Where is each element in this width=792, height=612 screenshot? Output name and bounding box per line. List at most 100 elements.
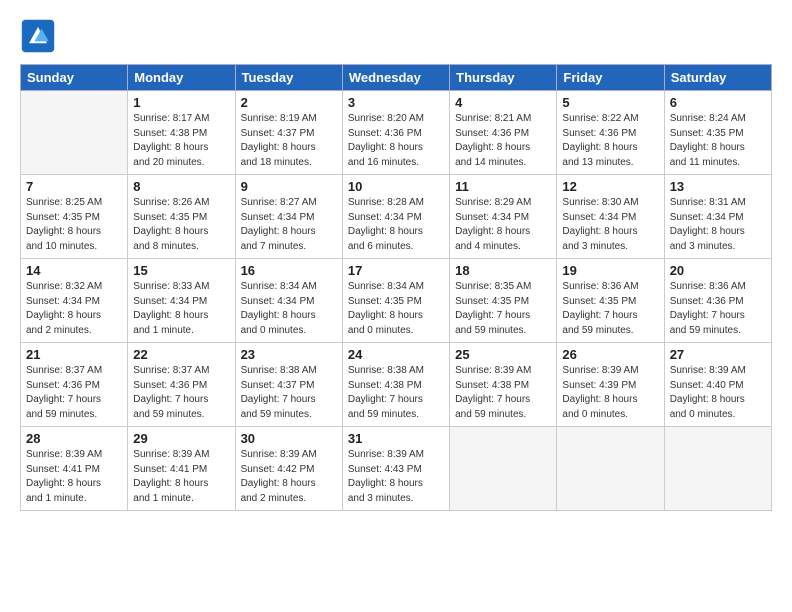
cell-text: Sunrise: 8:38 AM Sunset: 4:37 PM Dayligh… bbox=[241, 364, 337, 422]
calendar-cell: 20Sunrise: 8:36 AM Sunset: 4:36 PM Dayli… bbox=[664, 259, 771, 343]
cell-text: Sunrise: 8:34 AM Sunset: 4:34 PM Dayligh… bbox=[241, 280, 337, 338]
cell-text: Sunrise: 8:39 AM Sunset: 4:41 PM Dayligh… bbox=[26, 448, 122, 506]
day-number: 30 bbox=[241, 431, 337, 446]
week-row-4: 28 Sunrise: 8:39 AM Sunset: 4:41 PM Dayli… bbox=[21, 427, 772, 511]
calendar-cell: 2Sunrise: 8:19 AM Sunset: 4:37 PM Daylig… bbox=[235, 91, 342, 175]
cell-text: Sunrise: 8:28 AM Sunset: 4:34 PM Dayligh… bbox=[348, 196, 444, 254]
calendar-cell: 8 Sunrise: 8:26 AM Sunset: 4:35 PM Daylig… bbox=[128, 175, 235, 259]
cell-text: Sunrise: 8:36 AM Sunset: 4:35 PM Dayligh… bbox=[562, 280, 658, 338]
cell-text: Sunrise: 8:39 AM Sunset: 4:41 PM Dayligh… bbox=[133, 448, 229, 506]
day-header-thursday: Thursday bbox=[450, 65, 557, 91]
week-row-2: 14 Sunrise: 8:32 AM Sunset: 4:34 PM Dayli… bbox=[21, 259, 772, 343]
calendar: SundayMondayTuesdayWednesdayThursdayFrid… bbox=[20, 64, 772, 511]
day-number: 4 bbox=[455, 95, 551, 110]
cell-text: Sunrise: 8:26 AM Sunset: 4:35 PM Dayligh… bbox=[133, 196, 229, 254]
cell-text: Sunrise: 8:39 AM Sunset: 4:39 PM Dayligh… bbox=[562, 364, 658, 422]
calendar-cell: 9 Sunrise: 8:27 AM Sunset: 4:34 PM Daylig… bbox=[235, 175, 342, 259]
calendar-cell bbox=[664, 427, 771, 511]
cell-text: Sunrise: 8:24 AM Sunset: 4:35 PM Dayligh… bbox=[670, 112, 766, 170]
day-number: 13 bbox=[670, 179, 766, 194]
calendar-cell: 15 Sunrise: 8:33 AM Sunset: 4:34 PM Dayli… bbox=[128, 259, 235, 343]
day-number: 3 bbox=[348, 95, 444, 110]
calendar-cell: 29 Sunrise: 8:39 AM Sunset: 4:41 PM Dayli… bbox=[128, 427, 235, 511]
day-header-monday: Monday bbox=[128, 65, 235, 91]
logo-icon bbox=[20, 18, 56, 54]
calendar-cell bbox=[557, 427, 664, 511]
calendar-cell: 5 Sunrise: 8:22 AM Sunset: 4:36 PM Daylig… bbox=[557, 91, 664, 175]
calendar-cell: 31 Sunrise: 8:39 AM Sunset: 4:43 PM Dayli… bbox=[342, 427, 449, 511]
day-header-friday: Friday bbox=[557, 65, 664, 91]
calendar-cell: 28 Sunrise: 8:39 AM Sunset: 4:41 PM Dayli… bbox=[21, 427, 128, 511]
cell-text: Sunrise: 8:21 AM Sunset: 4:36 PM Dayligh… bbox=[455, 112, 551, 170]
day-number: 6 bbox=[670, 95, 766, 110]
cell-text: Sunrise: 8:39 AM Sunset: 4:38 PM Dayligh… bbox=[455, 364, 551, 422]
page: SundayMondayTuesdayWednesdayThursdayFrid… bbox=[0, 0, 792, 612]
week-row-3: 21Sunrise: 8:37 AM Sunset: 4:36 PM Dayli… bbox=[21, 343, 772, 427]
calendar-cell: 27 Sunrise: 8:39 AM Sunset: 4:40 PM Dayli… bbox=[664, 343, 771, 427]
calendar-cell: 4 Sunrise: 8:21 AM Sunset: 4:36 PM Daylig… bbox=[450, 91, 557, 175]
calendar-cell: 12 Sunrise: 8:30 AM Sunset: 4:34 PM Dayli… bbox=[557, 175, 664, 259]
day-number: 11 bbox=[455, 179, 551, 194]
cell-text: Sunrise: 8:22 AM Sunset: 4:36 PM Dayligh… bbox=[562, 112, 658, 170]
cell-text: Sunrise: 8:38 AM Sunset: 4:38 PM Dayligh… bbox=[348, 364, 444, 422]
day-number: 24 bbox=[348, 347, 444, 362]
calendar-cell: 14 Sunrise: 8:32 AM Sunset: 4:34 PM Dayli… bbox=[21, 259, 128, 343]
cell-text: Sunrise: 8:35 AM Sunset: 4:35 PM Dayligh… bbox=[455, 280, 551, 338]
calendar-cell: 24 Sunrise: 8:38 AM Sunset: 4:38 PM Dayli… bbox=[342, 343, 449, 427]
day-number: 26 bbox=[562, 347, 658, 362]
day-number: 16 bbox=[241, 263, 337, 278]
day-number: 14 bbox=[26, 263, 122, 278]
cell-text: Sunrise: 8:17 AM Sunset: 4:38 PM Dayligh… bbox=[133, 112, 229, 170]
day-number: 28 bbox=[26, 431, 122, 446]
calendar-cell: 23 Sunrise: 8:38 AM Sunset: 4:37 PM Dayli… bbox=[235, 343, 342, 427]
cell-text: Sunrise: 8:20 AM Sunset: 4:36 PM Dayligh… bbox=[348, 112, 444, 170]
calendar-cell: 22Sunrise: 8:37 AM Sunset: 4:36 PM Dayli… bbox=[128, 343, 235, 427]
calendar-cell: 25 Sunrise: 8:39 AM Sunset: 4:38 PM Dayli… bbox=[450, 343, 557, 427]
calendar-cell: 17Sunrise: 8:34 AM Sunset: 4:35 PM Dayli… bbox=[342, 259, 449, 343]
calendar-cell: 19Sunrise: 8:36 AM Sunset: 4:35 PM Dayli… bbox=[557, 259, 664, 343]
day-number: 12 bbox=[562, 179, 658, 194]
day-number: 10 bbox=[348, 179, 444, 194]
calendar-cell: 30 Sunrise: 8:39 AM Sunset: 4:42 PM Dayli… bbox=[235, 427, 342, 511]
day-number: 9 bbox=[241, 179, 337, 194]
cell-text: Sunrise: 8:37 AM Sunset: 4:36 PM Dayligh… bbox=[26, 364, 122, 422]
day-number: 23 bbox=[241, 347, 337, 362]
day-number: 7 bbox=[26, 179, 122, 194]
week-row-1: 7 Sunrise: 8:25 AM Sunset: 4:35 PM Daylig… bbox=[21, 175, 772, 259]
day-number: 27 bbox=[670, 347, 766, 362]
calendar-cell: 16 Sunrise: 8:34 AM Sunset: 4:34 PM Dayli… bbox=[235, 259, 342, 343]
day-number: 5 bbox=[562, 95, 658, 110]
day-number: 31 bbox=[348, 431, 444, 446]
calendar-cell: 26 Sunrise: 8:39 AM Sunset: 4:39 PM Dayli… bbox=[557, 343, 664, 427]
day-header-tuesday: Tuesday bbox=[235, 65, 342, 91]
cell-text: Sunrise: 8:29 AM Sunset: 4:34 PM Dayligh… bbox=[455, 196, 551, 254]
calendar-cell: 18Sunrise: 8:35 AM Sunset: 4:35 PM Dayli… bbox=[450, 259, 557, 343]
cell-text: Sunrise: 8:32 AM Sunset: 4:34 PM Dayligh… bbox=[26, 280, 122, 338]
day-number: 2 bbox=[241, 95, 337, 110]
week-row-0: 1Sunrise: 8:17 AM Sunset: 4:38 PM Daylig… bbox=[21, 91, 772, 175]
header bbox=[20, 18, 772, 54]
calendar-cell: 6 Sunrise: 8:24 AM Sunset: 4:35 PM Daylig… bbox=[664, 91, 771, 175]
calendar-cell: 3 Sunrise: 8:20 AM Sunset: 4:36 PM Daylig… bbox=[342, 91, 449, 175]
cell-text: Sunrise: 8:33 AM Sunset: 4:34 PM Dayligh… bbox=[133, 280, 229, 338]
day-number: 8 bbox=[133, 179, 229, 194]
calendar-cell: 21Sunrise: 8:37 AM Sunset: 4:36 PM Dayli… bbox=[21, 343, 128, 427]
day-number: 20 bbox=[670, 263, 766, 278]
day-number: 29 bbox=[133, 431, 229, 446]
day-number: 25 bbox=[455, 347, 551, 362]
calendar-header-row: SundayMondayTuesdayWednesdayThursdayFrid… bbox=[21, 65, 772, 91]
day-header-saturday: Saturday bbox=[664, 65, 771, 91]
day-number: 17 bbox=[348, 263, 444, 278]
calendar-cell: 1Sunrise: 8:17 AM Sunset: 4:38 PM Daylig… bbox=[128, 91, 235, 175]
cell-text: Sunrise: 8:30 AM Sunset: 4:34 PM Dayligh… bbox=[562, 196, 658, 254]
calendar-cell: 7 Sunrise: 8:25 AM Sunset: 4:35 PM Daylig… bbox=[21, 175, 128, 259]
cell-text: Sunrise: 8:25 AM Sunset: 4:35 PM Dayligh… bbox=[26, 196, 122, 254]
cell-text: Sunrise: 8:39 AM Sunset: 4:42 PM Dayligh… bbox=[241, 448, 337, 506]
calendar-cell: 10 Sunrise: 8:28 AM Sunset: 4:34 PM Dayli… bbox=[342, 175, 449, 259]
cell-text: Sunrise: 8:37 AM Sunset: 4:36 PM Dayligh… bbox=[133, 364, 229, 422]
calendar-cell bbox=[21, 91, 128, 175]
cell-text: Sunrise: 8:39 AM Sunset: 4:40 PM Dayligh… bbox=[670, 364, 766, 422]
cell-text: Sunrise: 8:27 AM Sunset: 4:34 PM Dayligh… bbox=[241, 196, 337, 254]
cell-text: Sunrise: 8:39 AM Sunset: 4:43 PM Dayligh… bbox=[348, 448, 444, 506]
day-number: 15 bbox=[133, 263, 229, 278]
